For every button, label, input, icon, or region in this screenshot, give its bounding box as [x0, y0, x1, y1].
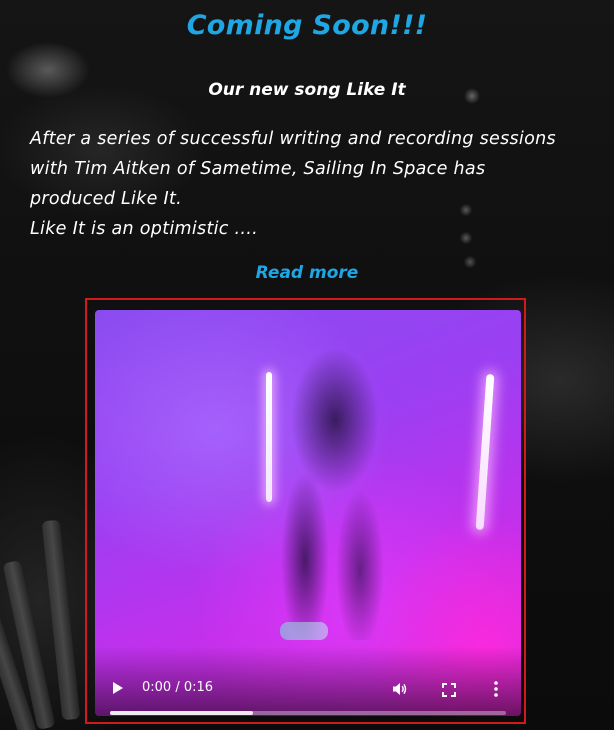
description-line: After a series of successful writing and… — [30, 129, 556, 149]
song-title: Our new song Like It — [208, 80, 406, 100]
video-progress-bar[interactable] — [110, 711, 506, 715]
read-more-link[interactable]: Read more — [0, 263, 614, 283]
more-options-icon[interactable] — [493, 680, 499, 698]
section-title: Coming Soon!!! — [186, 10, 428, 41]
description-line: with Tim Aitken of Sametime, Sailing In … — [30, 159, 486, 179]
news-section: Coming Soon!!! Our new song Like It Afte… — [0, 0, 614, 730]
video-time-display: 0:00 / 0:16 — [142, 680, 214, 695]
fullscreen-icon[interactable] — [442, 682, 456, 697]
performer-shoe — [280, 622, 328, 640]
volume-icon[interactable] — [392, 681, 408, 697]
video-player[interactable]: 0:00 / 0:16 — [95, 310, 521, 716]
light-tube — [475, 373, 495, 531]
performer-silhouette — [265, 310, 395, 640]
song-description: After a series of successful writing and… — [30, 124, 610, 244]
play-icon[interactable] — [113, 682, 123, 694]
video-buffered-fill — [110, 711, 253, 715]
light-tube — [266, 372, 272, 502]
description-line: Like It is an optimistic .... — [30, 219, 259, 239]
description-line: produced Like It. — [30, 189, 183, 209]
